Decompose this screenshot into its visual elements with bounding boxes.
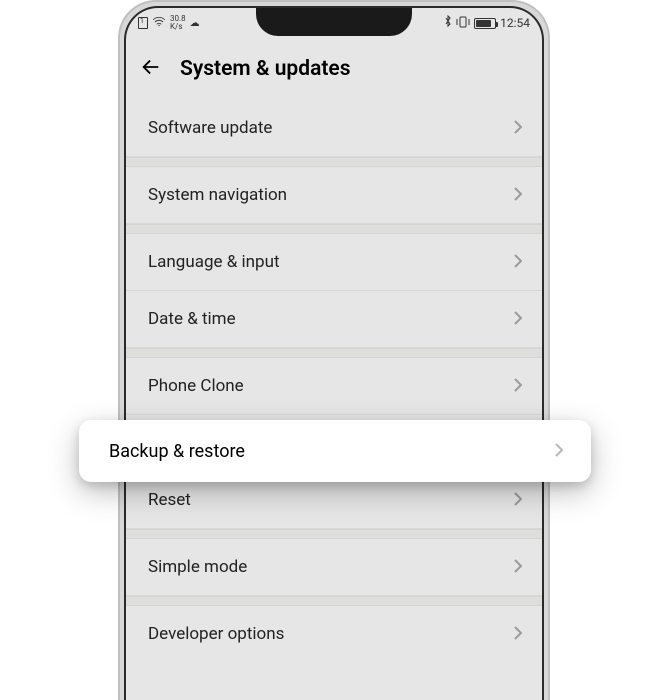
bluetooth-icon: [444, 15, 452, 31]
page-title: System & updates: [180, 57, 351, 81]
chevron-right-icon: [555, 442, 563, 461]
section-divider: [126, 224, 542, 234]
chevron-right-icon: [514, 186, 522, 205]
list-item-label: Backup & restore: [109, 441, 245, 462]
page-header: System & updates: [126, 38, 542, 100]
chevron-right-icon: [514, 625, 522, 644]
list-item-software-update[interactable]: Software update: [126, 100, 542, 157]
list-item-label: Phone Clone: [148, 376, 244, 396]
wifi-icon: [152, 17, 166, 30]
phone-screen: 30.8K/s ☁ 12:54 System & updates: [124, 6, 544, 700]
phone-frame: 30.8K/s ☁ 12:54 System & updates: [118, 0, 550, 700]
cloud-icon: ☁: [190, 18, 200, 29]
section-divider: [126, 596, 542, 606]
chevron-right-icon: [514, 377, 522, 396]
chevron-right-icon: [514, 558, 522, 577]
list-item-phone-clone[interactable]: Phone Clone: [126, 358, 542, 415]
list-item-simple-mode[interactable]: Simple mode: [126, 539, 542, 596]
sim-icon: [138, 17, 148, 29]
section-divider: [126, 529, 542, 539]
list-item-backup-restore[interactable]: Backup & restore: [79, 420, 591, 482]
list-item-label: Date & time: [148, 309, 236, 329]
battery-icon: [474, 18, 496, 29]
settings-list: Software update System navigation Langua…: [126, 100, 542, 662]
list-item-date-time[interactable]: Date & time: [126, 291, 542, 348]
list-item-system-navigation[interactable]: System navigation: [126, 167, 542, 224]
list-item-language-input[interactable]: Language & input: [126, 234, 542, 291]
section-divider: [126, 348, 542, 358]
chevron-right-icon: [514, 119, 522, 138]
network-speed: 30.8K/s: [170, 15, 186, 31]
chevron-right-icon: [514, 491, 522, 510]
list-item-label: Developer options: [148, 624, 284, 644]
chevron-right-icon: [514, 310, 522, 329]
section-divider: [126, 157, 542, 167]
list-item-label: Language & input: [148, 252, 280, 272]
list-item-label: Reset: [148, 490, 191, 510]
chevron-right-icon: [514, 253, 522, 272]
back-icon[interactable]: [140, 56, 162, 82]
list-item-label: Software update: [148, 118, 272, 138]
vibrate-icon: [456, 16, 470, 31]
list-item-label: System navigation: [148, 185, 287, 205]
list-item-developer-options[interactable]: Developer options: [126, 606, 542, 662]
list-item-label: Simple mode: [148, 557, 247, 577]
clock: 12:54: [500, 16, 530, 30]
display-notch: [256, 6, 412, 36]
